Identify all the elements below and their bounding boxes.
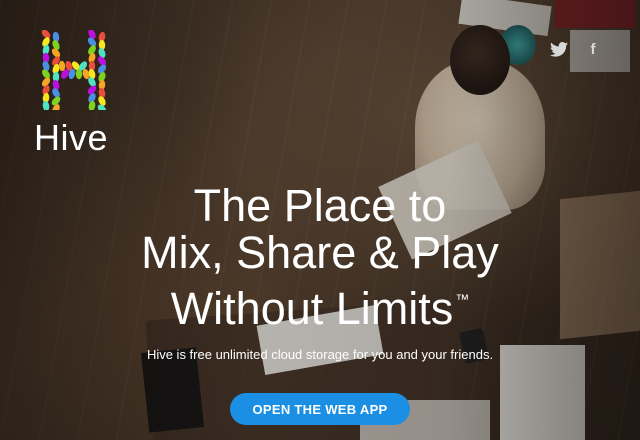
twitter-link[interactable]	[548, 38, 570, 60]
headline-line-3: Without Limits ™	[0, 276, 640, 332]
brand-name: Hive	[34, 117, 109, 158]
hero-subheading: Hive is free unlimited cloud storage for…	[146, 347, 494, 362]
headline-line-1: The Place to	[193, 180, 447, 231]
logo-petal	[42, 100, 50, 110]
facebook-icon: f	[590, 40, 596, 58]
facebook-link[interactable]: f	[582, 38, 604, 60]
trademark-symbol: ™	[455, 291, 470, 307]
twitter-icon	[550, 41, 568, 57]
open-web-app-button[interactable]: OPEN THE WEB APP	[230, 393, 410, 425]
hero-headline: The Place to Mix, Share & Play Without L…	[0, 182, 640, 332]
hive-logo-mark	[41, 30, 107, 110]
logo-petal	[58, 60, 66, 72]
headline-line-2: Mix, Share & Play	[141, 227, 499, 278]
hive-logo[interactable]	[34, 30, 114, 110]
headline-line-3-text: Without Limits	[170, 283, 454, 334]
